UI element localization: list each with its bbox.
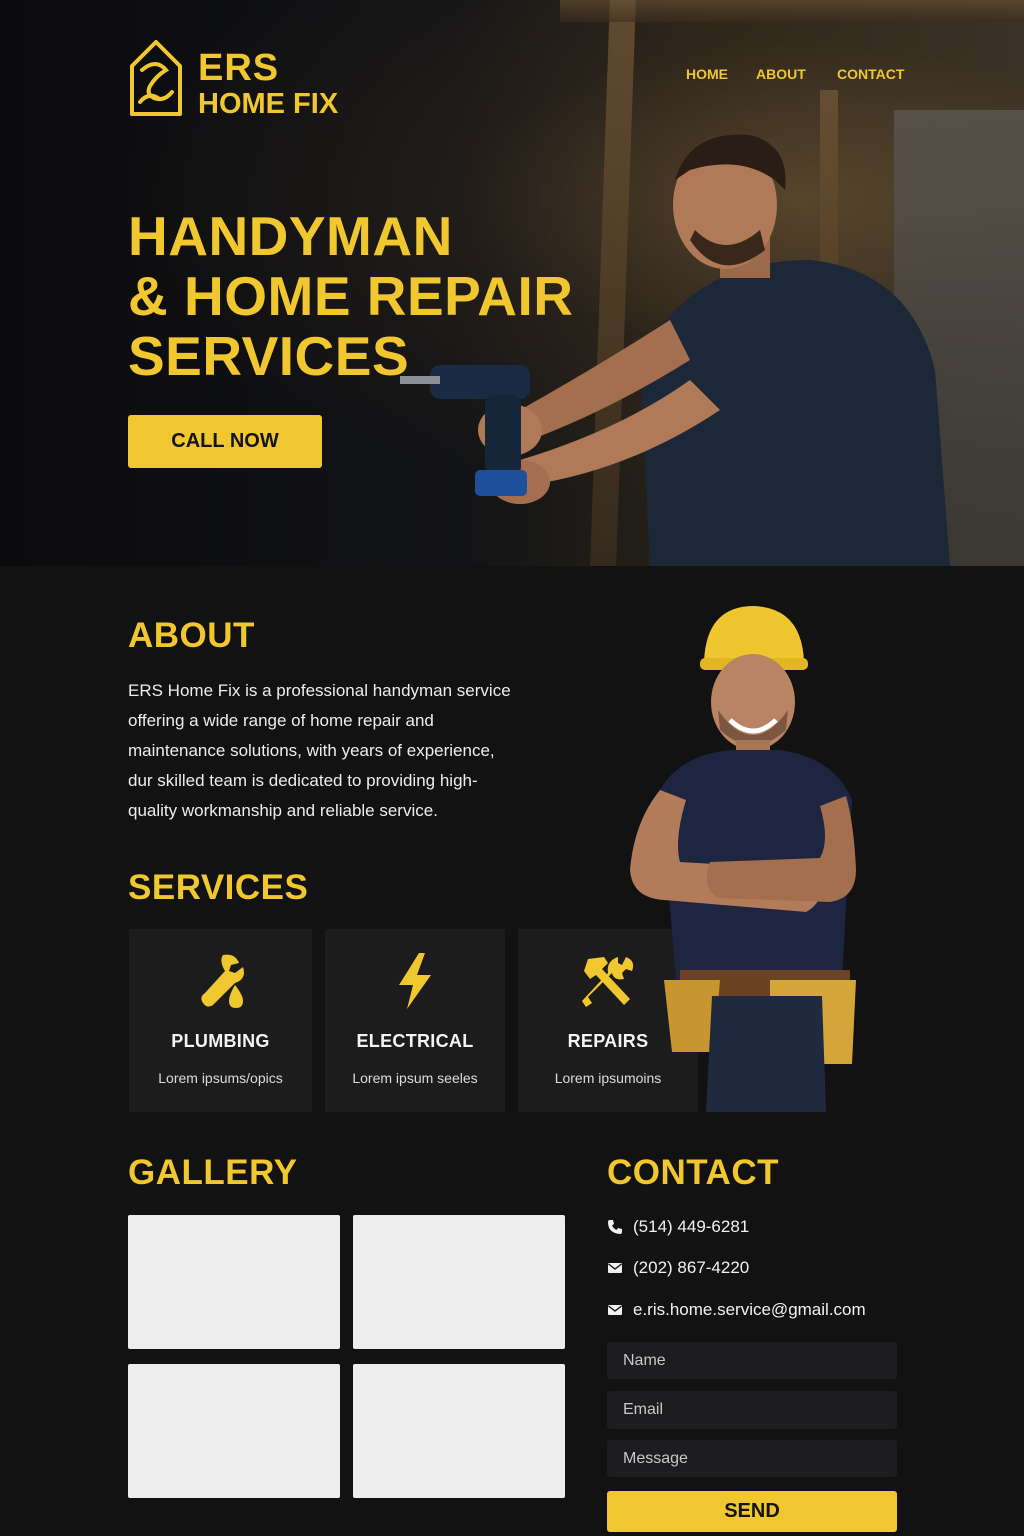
house-logo-icon	[130, 40, 182, 116]
gallery-image[interactable]	[128, 1364, 340, 1498]
nav-about-link[interactable]: ABOUT	[756, 66, 806, 86]
contact-email-text: e.ris.home.service@gmail.com	[633, 1300, 866, 1319]
contact-phone-1[interactable]: (514) 449-6281	[607, 1216, 749, 1238]
contact-heading: CONTACT	[607, 1153, 779, 1192]
brand-logo[interactable]: ERS HOME FIX	[128, 36, 368, 120]
service-card-plumbing[interactable]: PLUMBING Lorem ipsums/opics	[129, 929, 312, 1112]
hero-title-line: SERVICES	[128, 325, 410, 387]
hero-title-line: HANDYMAN	[128, 205, 453, 267]
name-input[interactable]	[607, 1342, 897, 1379]
lightning-bolt-icon	[399, 953, 431, 1009]
send-button[interactable]: SEND	[607, 1491, 897, 1532]
hero-title: HANDYMAN & HOME REPAIR SERVICES	[128, 206, 608, 386]
about-text: ERS Home Fix is a professional handyman …	[128, 676, 538, 826]
contact-phone-text: (514) 449-6281	[633, 1217, 750, 1236]
call-now-button[interactable]: CALL NOW	[128, 415, 322, 468]
contact-email[interactable]: e.ris.home.service@gmail.com	[607, 1299, 866, 1321]
gallery-image[interactable]	[353, 1364, 565, 1498]
service-title: ELECTRICAL	[356, 1031, 474, 1051]
service-title: PLUMBING	[171, 1031, 270, 1051]
wooden-beam	[560, 0, 1024, 22]
nav-contact-link[interactable]: CONTACT	[837, 66, 904, 86]
gallery-image[interactable]	[128, 1215, 340, 1349]
services-heading: SERVICES	[128, 868, 309, 907]
nav-home-link[interactable]: HOME	[686, 66, 728, 86]
envelope-icon	[608, 1263, 622, 1273]
service-card-electrical[interactable]: ELECTRICAL Lorem ipsum seeles	[325, 929, 505, 1112]
about-text-line: offering a wide range of home repair and	[128, 711, 434, 730]
about-text-line: ERS Home Fix is a professional handyman …	[128, 681, 511, 700]
service-desc: Lorem ipsum seeles	[352, 1070, 478, 1086]
logo-name-line2: HOME FIX	[198, 88, 339, 120]
about-text-line: maintenance solutions, with years of exp…	[128, 741, 495, 760]
about-worker-image	[630, 606, 856, 1112]
hero-section: ERS HOME FIX HOME ABOUT CONTACT HANDYMAN…	[0, 0, 1024, 566]
about-text-line: dur skilled team is dedicated to providi…	[128, 771, 478, 790]
gallery-heading: GALLERY	[128, 1153, 298, 1192]
logo-name-line1: ERS	[198, 47, 280, 89]
email-input[interactable]	[607, 1391, 897, 1429]
gallery-image[interactable]	[353, 1215, 565, 1349]
service-desc: Lorem ipsums/opics	[158, 1070, 283, 1086]
about-text-line: quality workmanship and reliable service…	[128, 801, 438, 820]
phone-icon	[608, 1220, 622, 1234]
envelope-icon	[608, 1305, 622, 1315]
wrench-drop-icon	[200, 954, 244, 1008]
message-input[interactable]	[607, 1440, 897, 1477]
contact-phone-text: (202) 867-4220	[633, 1258, 750, 1277]
contact-phone-2[interactable]: (202) 867-4220	[607, 1257, 749, 1279]
hero-title-line: & HOME REPAIR	[128, 265, 574, 327]
about-heading: ABOUT	[128, 616, 255, 655]
